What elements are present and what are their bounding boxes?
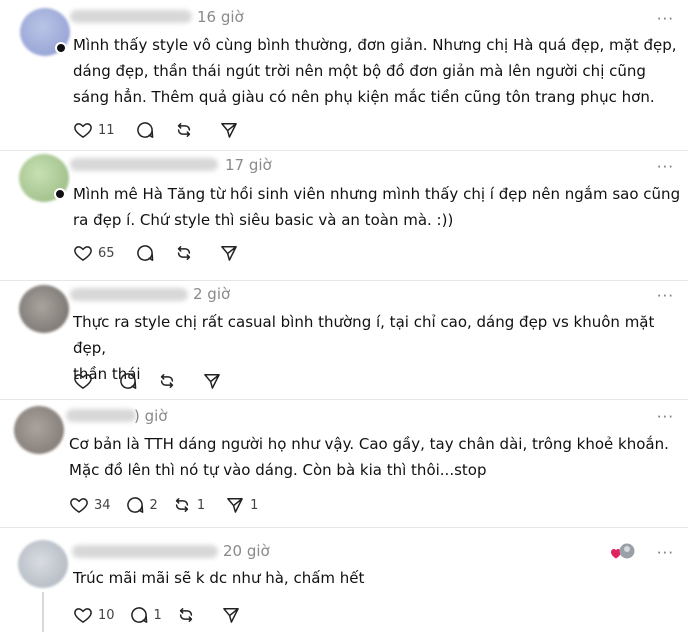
repost-icon — [175, 498, 188, 512]
comment-text: Mình mê Hà Tăng từ hồi sinh viên nhưng m… — [73, 185, 681, 229]
like-button[interactable]: 11 — [73, 120, 115, 140]
timestamp[interactable]: ) giờ — [134, 407, 168, 425]
like-count: 65 — [98, 245, 115, 261]
repost-button[interactable] — [176, 605, 201, 625]
comment-icon — [126, 497, 143, 513]
share-count: 1 — [250, 497, 259, 513]
reply-button[interactable]: 2 — [125, 495, 158, 515]
comment-text: Mình thấy style vô cùng bình thường, đơn… — [73, 36, 677, 106]
heart-icon — [74, 374, 92, 389]
comment-icon — [130, 607, 147, 623]
repost-icon — [160, 374, 174, 388]
reply-button[interactable] — [135, 120, 160, 140]
reply-button[interactable] — [118, 371, 143, 391]
avatar[interactable] — [19, 285, 69, 333]
more-icon[interactable]: ··· — [657, 12, 674, 27]
comment-text: Cơ bản là TTH dáng người họ như vậy. Cao… — [69, 435, 669, 479]
more-icon[interactable]: ··· — [657, 546, 674, 561]
share-icon — [204, 374, 220, 389]
like-button[interactable]: 10 — [73, 605, 115, 625]
reply-button[interactable] — [135, 243, 160, 263]
action-bar — [73, 370, 236, 392]
reaction-badge — [610, 542, 636, 566]
like-button[interactable]: 65 — [73, 243, 115, 263]
repost-icon — [177, 123, 190, 137]
action-bar: 34 2 1 1 — [69, 494, 272, 516]
comment-3: 2 giờ ··· Thực ra style chị rất casual b… — [0, 281, 688, 399]
more-icon[interactable]: ··· — [657, 289, 674, 304]
like-count: 10 — [98, 607, 115, 623]
reply-count: 2 — [149, 497, 158, 513]
share-icon — [222, 608, 239, 623]
action-bar: 10 1 — [73, 604, 255, 626]
thread-line — [42, 592, 44, 632]
repost-button[interactable] — [157, 371, 182, 391]
avatar-badge — [55, 42, 67, 54]
comment-text: Trúc mãi mãi sẽ k dc như hà, chấm hết — [73, 569, 365, 587]
share-button[interactable] — [219, 120, 239, 140]
comment-2: 17 giờ ··· Mình mê Hà Tăng từ hồi sinh v… — [0, 151, 688, 280]
username[interactable] — [72, 545, 218, 558]
action-bar: 65 — [73, 242, 253, 264]
heart-reaction-icon — [611, 543, 635, 559]
comment-icon — [136, 245, 153, 261]
timestamp[interactable]: 16 giờ — [197, 8, 244, 26]
like-button[interactable]: 34 — [69, 495, 111, 515]
repost-icon — [177, 246, 190, 260]
share-icon — [227, 498, 243, 513]
repost-button[interactable] — [174, 243, 199, 263]
heart-icon — [74, 246, 92, 261]
more-icon[interactable]: ··· — [657, 160, 674, 175]
repost-button[interactable] — [174, 120, 199, 140]
share-button[interactable]: 1 — [225, 495, 258, 515]
timestamp[interactable]: 17 giờ — [225, 156, 272, 174]
heart-icon — [74, 123, 92, 138]
like-button[interactable] — [73, 371, 98, 391]
like-count: 11 — [98, 122, 115, 138]
avatar[interactable] — [14, 406, 64, 454]
username[interactable] — [70, 158, 218, 171]
repost-count: 1 — [196, 497, 206, 513]
repost-button[interactable]: 1 — [172, 495, 205, 515]
comment-icon — [136, 122, 153, 138]
comment-4: ) giờ ··· Cơ bản là TTH dáng người họ nh… — [0, 400, 688, 527]
reply-button[interactable]: 1 — [129, 605, 162, 625]
repost-icon — [179, 608, 192, 622]
share-icon — [220, 123, 237, 138]
username[interactable] — [70, 288, 188, 301]
share-icon — [220, 246, 237, 261]
comment-5: 20 giờ ··· Trúc mãi mãi sẽ k dc như hà, … — [0, 528, 688, 633]
comment-1: 16 giờ ··· Mình thấy style vô cùng bình … — [0, 0, 688, 150]
timestamp[interactable]: 2 giờ — [193, 285, 230, 303]
reply-count: 1 — [153, 607, 162, 623]
username[interactable] — [66, 409, 136, 422]
heart-icon — [74, 608, 92, 623]
share-button[interactable] — [202, 371, 222, 391]
heart-icon — [70, 498, 88, 513]
comment-icon — [120, 373, 137, 389]
avatar-badge — [54, 188, 66, 200]
action-bar: 11 — [73, 119, 253, 141]
more-icon[interactable]: ··· — [657, 410, 674, 425]
share-button[interactable] — [221, 605, 241, 625]
username[interactable] — [70, 10, 192, 23]
avatar[interactable] — [18, 540, 68, 588]
share-button[interactable] — [219, 243, 239, 263]
like-count: 34 — [94, 497, 111, 513]
timestamp[interactable]: 20 giờ — [223, 542, 270, 560]
